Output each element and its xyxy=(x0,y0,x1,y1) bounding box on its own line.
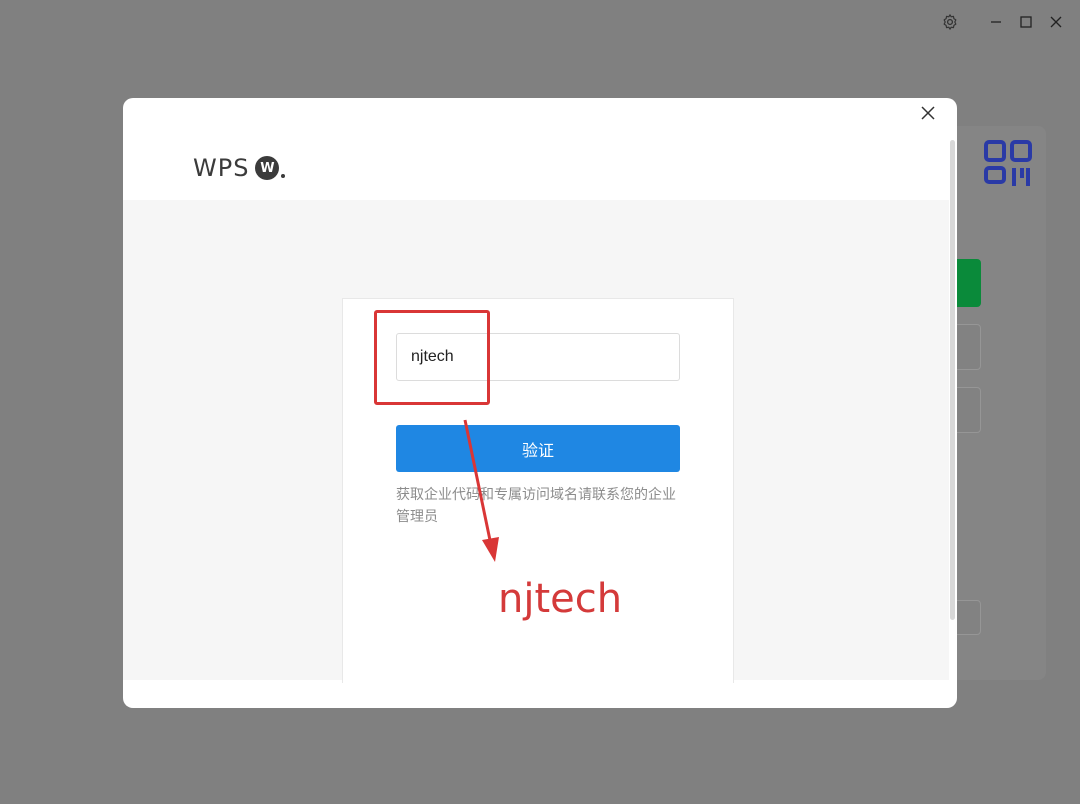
wps-logo: WPS W xyxy=(193,154,286,182)
dialog-close-icon[interactable] xyxy=(917,102,939,124)
logo-text: WPS xyxy=(193,154,250,182)
scrollbar[interactable] xyxy=(950,140,955,620)
settings-icon[interactable] xyxy=(940,12,960,32)
logo-dot xyxy=(281,174,286,178)
close-icon[interactable] xyxy=(1046,12,1066,32)
annotation-highlight-box xyxy=(374,310,490,405)
qr-code-icon xyxy=(984,140,1032,193)
maximize-icon[interactable] xyxy=(1016,12,1036,32)
logo-badge: W xyxy=(255,156,280,180)
verify-button[interactable]: 验证 xyxy=(396,425,680,472)
window-controls xyxy=(930,12,1066,32)
help-hint: 获取企业代码和专属访问域名请联系您的企业管理员 xyxy=(396,486,676,524)
minimize-icon[interactable] xyxy=(986,12,1006,32)
annotation-label: njtech xyxy=(498,576,623,622)
